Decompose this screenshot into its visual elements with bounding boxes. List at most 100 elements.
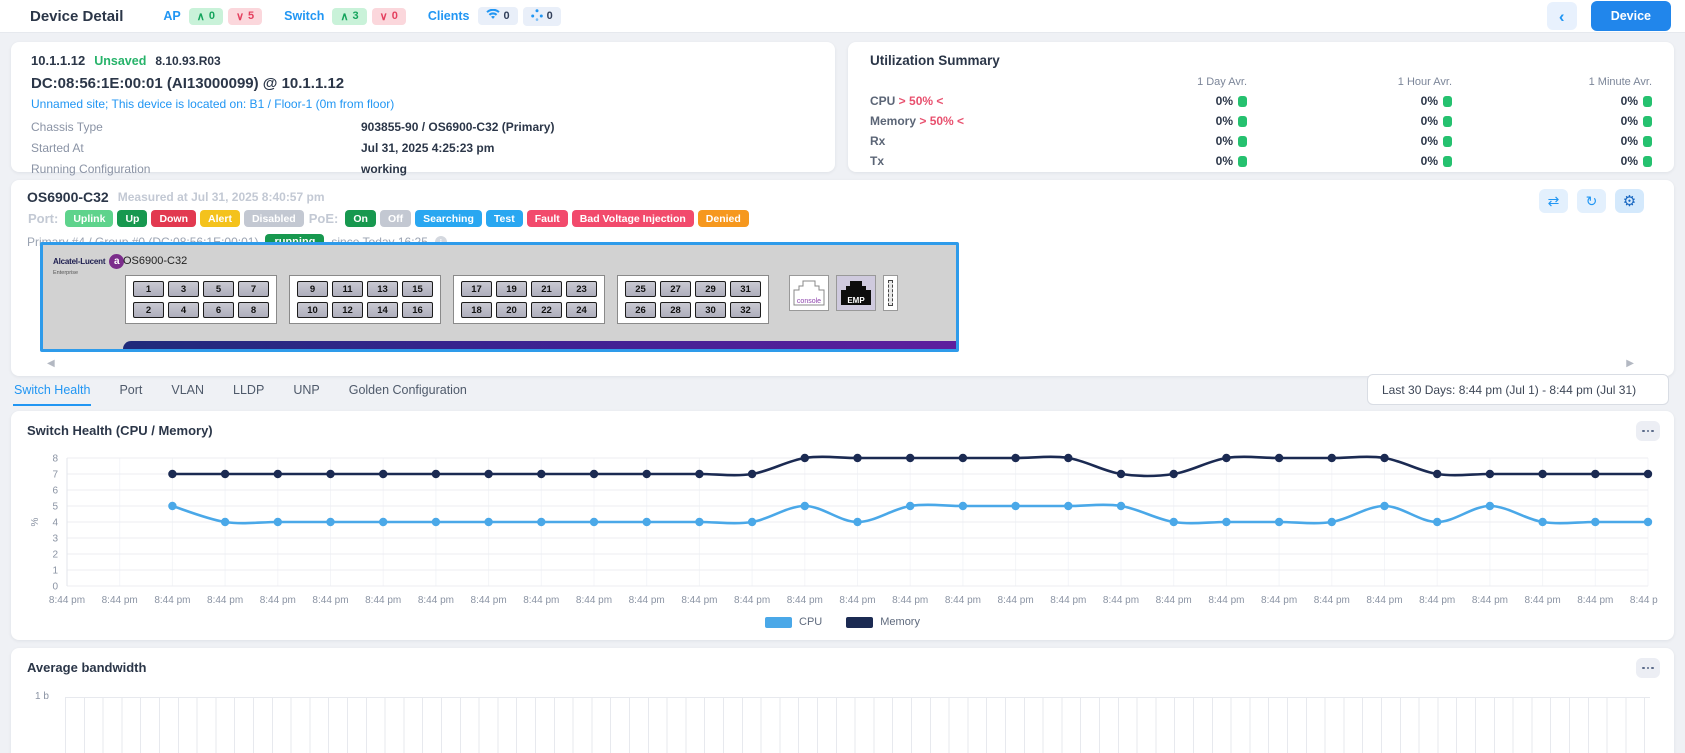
emp-port[interactable]: EMP xyxy=(836,275,876,311)
legend-item[interactable]: CPU xyxy=(765,616,822,628)
svg-text:2: 2 xyxy=(52,550,58,561)
status-badge[interactable]: Test xyxy=(486,210,523,227)
svg-text:8:44 pm: 8:44 pm xyxy=(260,595,296,606)
svg-text:8: 8 xyxy=(52,454,58,465)
device-button[interactable]: Device xyxy=(1591,1,1671,31)
svg-text:8:44 pm: 8:44 pm xyxy=(523,595,559,606)
metric-name: Tx xyxy=(870,154,884,168)
refresh-button[interactable]: ↻ xyxy=(1577,189,1606,213)
switch-model-title: OS6900-C32 xyxy=(27,189,109,205)
legend-item[interactable]: Memory xyxy=(846,616,920,628)
port-cell[interactable]: 13 xyxy=(367,281,398,297)
back-button[interactable]: ‹ xyxy=(1547,2,1577,30)
console-port[interactable]: console xyxy=(789,275,829,311)
status-badge[interactable]: Uplink xyxy=(65,210,113,227)
utilization-row: Tx0%0%0% xyxy=(870,154,1652,168)
tab-switch-health[interactable]: Switch Health xyxy=(13,377,91,406)
port-cell[interactable]: 16 xyxy=(402,302,433,318)
scroll-left-arrow[interactable]: ◀ xyxy=(47,358,55,369)
status-badge[interactable]: Fault xyxy=(527,210,568,227)
status-badge[interactable]: Denied xyxy=(698,210,749,227)
settings-button[interactable]: ⚙ xyxy=(1615,189,1644,213)
port-cell[interactable]: 15 xyxy=(402,281,433,297)
port-cell[interactable]: 28 xyxy=(660,302,691,318)
switch-down-badge[interactable]: ∨0 xyxy=(372,8,406,25)
port-cell[interactable]: 11 xyxy=(332,281,363,297)
status-legend-row: Port: UplinkUpDownAlertDisabled PoE: OnO… xyxy=(27,210,1658,227)
port-cell[interactable]: 32 xyxy=(730,302,761,318)
port-cell[interactable]: 1 xyxy=(133,281,164,297)
ap-up-badge[interactable]: ∧0 xyxy=(189,8,223,25)
svg-text:1: 1 xyxy=(52,566,58,577)
utilization-value-cell: 0% xyxy=(1052,154,1247,168)
switch-link[interactable]: Switch xyxy=(284,9,324,23)
port-cell[interactable]: 24 xyxy=(566,302,597,318)
tab-unp[interactable]: UNP xyxy=(292,377,320,406)
svg-text:8:44 pm: 8:44 pm xyxy=(576,595,612,606)
chart-options-button[interactable] xyxy=(1636,658,1660,678)
port-cell[interactable]: 5 xyxy=(203,281,234,297)
port-cell[interactable]: 2 xyxy=(133,302,164,318)
poe-badges: OnOffSearchingTestFaultBad Voltage Injec… xyxy=(345,210,748,227)
metric-label: Memory > 50% < xyxy=(870,114,1052,128)
device-field-label: Chassis Type xyxy=(31,120,361,134)
switch-up-badge[interactable]: ∧3 xyxy=(332,8,366,25)
scroll-right-arrow[interactable]: ▶ xyxy=(1626,358,1634,369)
ap-link[interactable]: AP xyxy=(163,9,180,23)
svg-text:8:44 pm: 8:44 pm xyxy=(681,595,717,606)
port-cell[interactable]: 9 xyxy=(297,281,328,297)
port-cell[interactable]: 12 xyxy=(332,302,363,318)
port-cell[interactable]: 25 xyxy=(625,281,656,297)
device-field-label: Started At xyxy=(31,141,361,155)
port-row: 9111315 xyxy=(297,281,433,297)
chart-options-button[interactable] xyxy=(1636,421,1660,441)
port-cell[interactable]: 18 xyxy=(461,302,492,318)
date-range-picker[interactable]: Last 30 Days: 8:44 pm (Jul 1) - 8:44 pm … xyxy=(1367,374,1669,405)
status-badge[interactable]: Up xyxy=(117,210,147,227)
tab-lldp[interactable]: LLDP xyxy=(232,377,265,406)
port-cell[interactable]: 14 xyxy=(367,302,398,318)
port-cell[interactable]: 23 xyxy=(566,281,597,297)
device-location-link[interactable]: Unnamed site; This device is located on:… xyxy=(31,97,815,111)
arrow-up-icon: ∧ xyxy=(197,10,205,23)
port-cell[interactable]: 27 xyxy=(660,281,691,297)
tab-vlan[interactable]: VLAN xyxy=(170,377,205,406)
chassis-model-label: OS6900-C32 xyxy=(123,255,187,267)
status-badge[interactable]: Bad Voltage Injection xyxy=(572,210,694,227)
tab-golden-configuration[interactable]: Golden Configuration xyxy=(348,377,468,406)
port-cell[interactable]: 29 xyxy=(695,281,726,297)
port-cell[interactable]: 6 xyxy=(203,302,234,318)
device-field-value: working xyxy=(361,162,815,176)
port-cell[interactable]: 21 xyxy=(531,281,562,297)
utilization-value-cell: 0% xyxy=(1247,134,1452,148)
port-cell[interactable]: 17 xyxy=(461,281,492,297)
port-group: 1357 2468 xyxy=(125,275,277,324)
status-badge[interactable]: Off xyxy=(380,210,411,227)
port-cell[interactable]: 7 xyxy=(238,281,269,297)
port-cell[interactable]: 26 xyxy=(625,302,656,318)
status-badge[interactable]: Disabled xyxy=(244,210,304,227)
tab-port[interactable]: Port xyxy=(118,377,143,406)
port-cell[interactable]: 10 xyxy=(297,302,328,318)
port-cell[interactable]: 19 xyxy=(496,281,527,297)
clients-link[interactable]: Clients xyxy=(428,9,470,23)
port-cell[interactable]: 4 xyxy=(168,302,199,318)
swap-view-button[interactable]: ⇄ xyxy=(1539,189,1568,213)
port-cell[interactable]: 8 xyxy=(238,302,269,318)
usb-port[interactable] xyxy=(883,275,898,311)
status-badge[interactable]: On xyxy=(345,210,376,227)
port-cell[interactable]: 20 xyxy=(496,302,527,318)
status-badge[interactable]: Alert xyxy=(200,210,240,227)
svg-text:8:44 pm: 8:44 pm xyxy=(945,595,981,606)
svg-text:8:44 pm: 8:44 pm xyxy=(998,595,1034,606)
clients-wifi-badge[interactable]: 0 xyxy=(478,7,518,25)
port-cell[interactable]: 31 xyxy=(730,281,761,297)
status-badge[interactable]: Searching xyxy=(415,210,482,227)
status-badge[interactable]: Down xyxy=(151,210,196,227)
clients-mesh-badge[interactable]: 0 xyxy=(523,7,561,26)
port-cell[interactable]: 3 xyxy=(168,281,199,297)
ap-down-badge[interactable]: ∨5 xyxy=(228,8,262,25)
port-cell[interactable]: 22 xyxy=(531,302,562,318)
port-cell[interactable]: 30 xyxy=(695,302,726,318)
svg-text:0: 0 xyxy=(52,582,58,593)
